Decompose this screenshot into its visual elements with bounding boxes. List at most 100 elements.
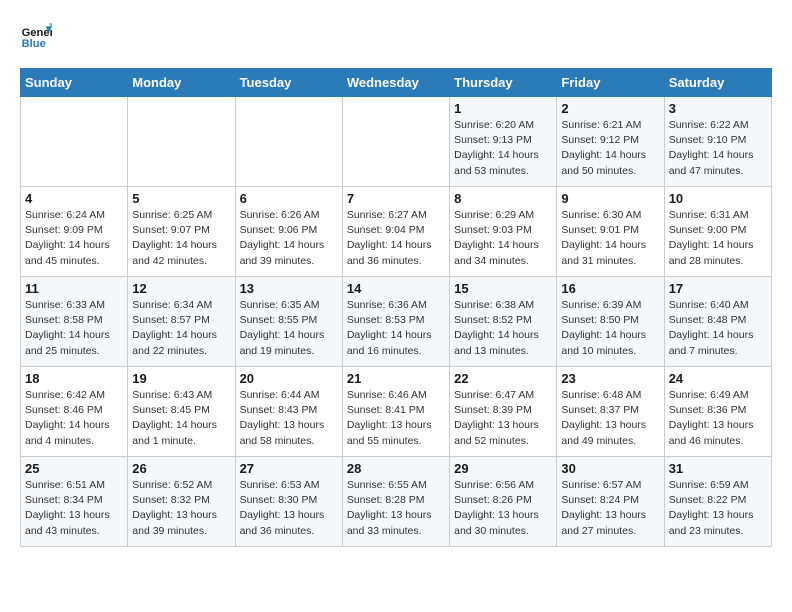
calendar-week-5: 25Sunrise: 6:51 AM Sunset: 8:34 PM Dayli… — [21, 457, 772, 547]
day-number: 8 — [454, 191, 552, 206]
calendar-cell: 11 Sunrise: 6:33 AM Sunset: 8:58 PM Dayli… — [21, 277, 128, 367]
day-number: 7 — [347, 191, 445, 206]
day-number: 15 — [454, 281, 552, 296]
day-number: 19 — [132, 371, 230, 386]
day-info: Sunrise: 6:57 AM Sunset: 8:24 PM Dayligh… — [561, 478, 659, 539]
day-number: 27 — [240, 461, 338, 476]
day-number: 20 — [240, 371, 338, 386]
day-number: 4 — [25, 191, 123, 206]
calendar-cell — [342, 97, 449, 187]
calendar-cell: 12 Sunrise: 6:34 AM Sunset: 8:57 PM Dayli… — [128, 277, 235, 367]
calendar-cell: 7 Sunrise: 6:27 AM Sunset: 9:04 PM Daylig… — [342, 187, 449, 277]
weekday-header-sunday: Sunday — [21, 69, 128, 97]
calendar-cell: 5 Sunrise: 6:25 AM Sunset: 9:07 PM Daylig… — [128, 187, 235, 277]
calendar-cell — [235, 97, 342, 187]
day-info: Sunrise: 6:26 AM Sunset: 9:06 PM Dayligh… — [240, 208, 338, 269]
calendar-cell: 30 Sunrise: 6:57 AM Sunset: 8:24 PM Dayli… — [557, 457, 664, 547]
day-number: 26 — [132, 461, 230, 476]
weekday-header-tuesday: Tuesday — [235, 69, 342, 97]
calendar-week-1: 1 Sunrise: 6:20 AM Sunset: 9:13 PM Daylig… — [21, 97, 772, 187]
calendar-cell: 31Sunrise: 6:59 AM Sunset: 8:22 PM Dayli… — [664, 457, 771, 547]
day-number: 24 — [669, 371, 767, 386]
day-info: Sunrise: 6:20 AM Sunset: 9:13 PM Dayligh… — [454, 118, 552, 179]
calendar-cell: 4 Sunrise: 6:24 AM Sunset: 9:09 PM Daylig… — [21, 187, 128, 277]
page-header: General Blue — [20, 20, 772, 52]
calendar-table: SundayMondayTuesdayWednesdayThursdayFrid… — [20, 68, 772, 547]
calendar-cell: 3 Sunrise: 6:22 AM Sunset: 9:10 PM Daylig… — [664, 97, 771, 187]
day-number: 1 — [454, 101, 552, 116]
day-info: Sunrise: 6:34 AM Sunset: 8:57 PM Dayligh… — [132, 298, 230, 359]
calendar-cell: 6 Sunrise: 6:26 AM Sunset: 9:06 PM Daylig… — [235, 187, 342, 277]
day-number: 22 — [454, 371, 552, 386]
day-number: 13 — [240, 281, 338, 296]
day-info: Sunrise: 6:40 AM Sunset: 8:48 PM Dayligh… — [669, 298, 767, 359]
day-info: Sunrise: 6:49 AM Sunset: 8:36 PM Dayligh… — [669, 388, 767, 449]
svg-text:Blue: Blue — [22, 38, 46, 50]
calendar-cell: 29 Sunrise: 6:56 AM Sunset: 8:26 PM Dayli… — [450, 457, 557, 547]
day-info: Sunrise: 6:56 AM Sunset: 8:26 PM Dayligh… — [454, 478, 552, 539]
day-info: Sunrise: 6:55 AM Sunset: 8:28 PM Dayligh… — [347, 478, 445, 539]
day-info: Sunrise: 6:39 AM Sunset: 8:50 PM Dayligh… — [561, 298, 659, 359]
day-info: Sunrise: 6:42 AM Sunset: 8:46 PM Dayligh… — [25, 388, 123, 449]
weekday-header-saturday: Saturday — [664, 69, 771, 97]
day-info: Sunrise: 6:29 AM Sunset: 9:03 PM Dayligh… — [454, 208, 552, 269]
day-info: Sunrise: 6:31 AM Sunset: 9:00 PM Dayligh… — [669, 208, 767, 269]
calendar-cell: 25Sunrise: 6:51 AM Sunset: 8:34 PM Dayli… — [21, 457, 128, 547]
calendar-cell: 18Sunrise: 6:42 AM Sunset: 8:46 PM Dayli… — [21, 367, 128, 457]
day-number: 12 — [132, 281, 230, 296]
calendar-cell: 17 Sunrise: 6:40 AM Sunset: 8:48 PM Dayli… — [664, 277, 771, 367]
day-number: 29 — [454, 461, 552, 476]
day-info: Sunrise: 6:30 AM Sunset: 9:01 PM Dayligh… — [561, 208, 659, 269]
day-number: 2 — [561, 101, 659, 116]
day-number: 9 — [561, 191, 659, 206]
day-number: 5 — [132, 191, 230, 206]
calendar-cell: 20 Sunrise: 6:44 AM Sunset: 8:43 PM Dayli… — [235, 367, 342, 457]
day-number: 17 — [669, 281, 767, 296]
weekday-header-monday: Monday — [128, 69, 235, 97]
day-info: Sunrise: 6:44 AM Sunset: 8:43 PM Dayligh… — [240, 388, 338, 449]
day-info: Sunrise: 6:47 AM Sunset: 8:39 PM Dayligh… — [454, 388, 552, 449]
day-info: Sunrise: 6:22 AM Sunset: 9:10 PM Dayligh… — [669, 118, 767, 179]
day-info: Sunrise: 6:24 AM Sunset: 9:09 PM Dayligh… — [25, 208, 123, 269]
calendar-cell: 24 Sunrise: 6:49 AM Sunset: 8:36 PM Dayli… — [664, 367, 771, 457]
day-number: 11 — [25, 281, 123, 296]
header-row: SundayMondayTuesdayWednesdayThursdayFrid… — [21, 69, 772, 97]
day-info: Sunrise: 6:27 AM Sunset: 9:04 PM Dayligh… — [347, 208, 445, 269]
calendar-cell: 1 Sunrise: 6:20 AM Sunset: 9:13 PM Daylig… — [450, 97, 557, 187]
day-info: Sunrise: 6:36 AM Sunset: 8:53 PM Dayligh… — [347, 298, 445, 359]
day-number: 30 — [561, 461, 659, 476]
calendar-cell: 9 Sunrise: 6:30 AM Sunset: 9:01 PM Daylig… — [557, 187, 664, 277]
calendar-cell: 23Sunrise: 6:48 AM Sunset: 8:37 PM Dayli… — [557, 367, 664, 457]
calendar-week-4: 18Sunrise: 6:42 AM Sunset: 8:46 PM Dayli… — [21, 367, 772, 457]
calendar-cell: 15 Sunrise: 6:38 AM Sunset: 8:52 PM Dayli… — [450, 277, 557, 367]
day-info: Sunrise: 6:33 AM Sunset: 8:58 PM Dayligh… — [25, 298, 123, 359]
day-number: 25 — [25, 461, 123, 476]
calendar-cell: 21 Sunrise: 6:46 AM Sunset: 8:41 PM Dayli… — [342, 367, 449, 457]
logo: General Blue — [20, 20, 52, 52]
day-number: 6 — [240, 191, 338, 206]
calendar-cell: 27Sunrise: 6:53 AM Sunset: 8:30 PM Dayli… — [235, 457, 342, 547]
calendar-cell: 10 Sunrise: 6:31 AM Sunset: 9:00 PM Dayli… — [664, 187, 771, 277]
calendar-cell: 2 Sunrise: 6:21 AM Sunset: 9:12 PM Daylig… — [557, 97, 664, 187]
day-number: 10 — [669, 191, 767, 206]
day-number: 14 — [347, 281, 445, 296]
day-number: 21 — [347, 371, 445, 386]
day-info: Sunrise: 6:21 AM Sunset: 9:12 PM Dayligh… — [561, 118, 659, 179]
weekday-header-thursday: Thursday — [450, 69, 557, 97]
calendar-cell: 14 Sunrise: 6:36 AM Sunset: 8:53 PM Dayli… — [342, 277, 449, 367]
day-number: 28 — [347, 461, 445, 476]
calendar-cell: 26 Sunrise: 6:52 AM Sunset: 8:32 PM Dayli… — [128, 457, 235, 547]
day-number: 23 — [561, 371, 659, 386]
day-number: 3 — [669, 101, 767, 116]
calendar-cell: 28 Sunrise: 6:55 AM Sunset: 8:28 PM Dayli… — [342, 457, 449, 547]
day-info: Sunrise: 6:43 AM Sunset: 8:45 PM Dayligh… — [132, 388, 230, 449]
calendar-cell: 13Sunrise: 6:35 AM Sunset: 8:55 PM Dayli… — [235, 277, 342, 367]
logo-icon: General Blue — [20, 20, 52, 52]
weekday-header-wednesday: Wednesday — [342, 69, 449, 97]
day-info: Sunrise: 6:25 AM Sunset: 9:07 PM Dayligh… — [132, 208, 230, 269]
calendar-cell: 8 Sunrise: 6:29 AM Sunset: 9:03 PM Daylig… — [450, 187, 557, 277]
day-info: Sunrise: 6:46 AM Sunset: 8:41 PM Dayligh… — [347, 388, 445, 449]
day-info: Sunrise: 6:38 AM Sunset: 8:52 PM Dayligh… — [454, 298, 552, 359]
day-info: Sunrise: 6:52 AM Sunset: 8:32 PM Dayligh… — [132, 478, 230, 539]
day-number: 31 — [669, 461, 767, 476]
